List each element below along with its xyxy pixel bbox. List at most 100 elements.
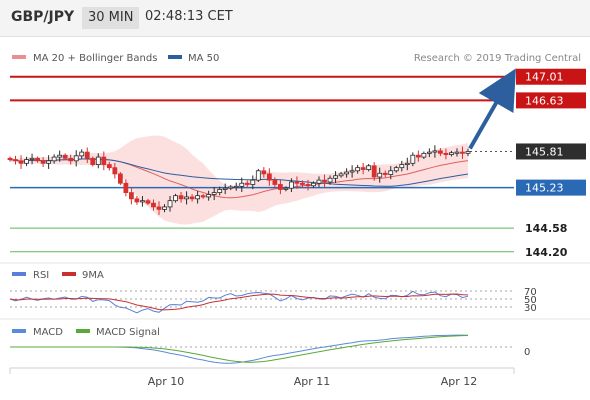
- candle-body: [333, 175, 338, 179]
- symbol-title: GBP/JPY: [11, 9, 75, 25]
- candle-body: [388, 170, 394, 175]
- candle-body: [432, 150, 438, 153]
- candle-body: [29, 157, 35, 160]
- candle-body: [211, 192, 217, 195]
- candle-body: [327, 177, 333, 183]
- candle-body: [410, 154, 416, 164]
- candle-body: [134, 198, 140, 203]
- candle: [255, 168, 261, 182]
- candle-body: [443, 152, 449, 155]
- candle-body: [344, 171, 350, 175]
- candle-body: [84, 151, 90, 159]
- macd-signal-legend-label: MACD Signal: [96, 327, 160, 338]
- candle-body: [366, 165, 372, 170]
- level-label-145.81: 145.81: [525, 145, 564, 158]
- candle-body: [51, 156, 57, 162]
- candle-body: [377, 172, 383, 178]
- candle-body: [206, 194, 212, 198]
- macd-swatch: [12, 329, 26, 333]
- price-chart: MA 20 + Bollinger Bands MA 50 Research ©…: [0, 37, 590, 400]
- candle-body: [24, 159, 29, 164]
- candle-body: [349, 170, 355, 173]
- candle-body: [222, 187, 228, 190]
- legend-ma50-label: MA 50: [188, 53, 219, 64]
- candle-body: [404, 162, 410, 165]
- candle-body: [316, 179, 322, 184]
- candle-body: [140, 200, 145, 203]
- candle-body: [355, 167, 361, 172]
- candle-body: [300, 182, 305, 185]
- price-legend: MA 20 + Bollinger Bands MA 50: [12, 53, 219, 64]
- candle-body: [35, 157, 40, 162]
- candle-body: [195, 195, 201, 200]
- candle-body: [294, 181, 300, 184]
- candle-body: [123, 182, 129, 193]
- candle-body: [117, 173, 123, 184]
- candle-body: [393, 167, 399, 172]
- candle-body: [261, 170, 267, 175]
- level-label-144.20: 144.20: [525, 246, 568, 259]
- candle-body: [112, 167, 118, 175]
- candle-body: [454, 151, 460, 154]
- candle-body: [200, 195, 206, 198]
- macd-tick-0: 0: [524, 347, 530, 358]
- candle-body: [151, 202, 156, 208]
- chart-header: GBP/JPY 30 MIN 02:48:13 CET: [0, 0, 590, 37]
- candle-body: [421, 152, 427, 158]
- level-label-145.23: 145.23: [525, 182, 564, 195]
- candle-body: [371, 165, 377, 178]
- candle-body: [95, 156, 101, 165]
- candle-body: [255, 170, 261, 181]
- candle-body: [7, 157, 13, 160]
- candle-body: [167, 200, 173, 208]
- timestamp: 02:48:13 CET: [145, 9, 233, 24]
- candle-body: [178, 195, 184, 200]
- candle-body: [438, 150, 443, 154]
- candle-body: [162, 206, 167, 210]
- candle-body: [40, 160, 46, 164]
- candle-body: [145, 200, 151, 204]
- candle-body: [305, 184, 311, 187]
- level-label-146.63: 146.63: [525, 94, 564, 107]
- credit-text: Research © 2019 Trading Central: [414, 53, 581, 64]
- candle-body: [46, 160, 52, 164]
- candle-body: [156, 206, 162, 210]
- macd-signal-swatch: [76, 329, 90, 333]
- candle-body: [128, 192, 134, 200]
- x-tick-apr12: Apr 12: [441, 375, 478, 388]
- candle-body: [449, 152, 454, 155]
- macd-legend-label: MACD: [33, 327, 63, 338]
- candle-body: [90, 157, 96, 165]
- legend-ma20-label: MA 20 + Bollinger Bands: [33, 53, 157, 64]
- ma50-swatch: [168, 55, 182, 59]
- candle: [90, 156, 96, 167]
- candle-body: [244, 182, 250, 185]
- candle-body: [189, 196, 195, 200]
- candle-body: [460, 151, 465, 154]
- candle-body: [217, 189, 223, 193]
- candle-body: [184, 196, 189, 200]
- candle-body: [233, 185, 239, 188]
- candle-body: [360, 167, 366, 170]
- candle-body: [465, 151, 471, 154]
- candle-body: [79, 151, 85, 157]
- candle-body: [415, 154, 421, 158]
- rsi-tick-30: 30: [524, 303, 537, 314]
- candle-body: [173, 195, 178, 202]
- level-label-147.01: 147.01: [525, 71, 564, 84]
- candle-body: [399, 164, 405, 169]
- candle-body: [272, 179, 278, 185]
- rsi-ma-swatch: [62, 272, 76, 276]
- candle-body: [62, 154, 68, 159]
- candle-body: [101, 156, 107, 165]
- candle-body: [68, 157, 74, 162]
- candle-body: [106, 164, 112, 169]
- candle-body: [18, 160, 24, 164]
- candle-body: [250, 179, 256, 185]
- x-tick-apr11: Apr 11: [294, 375, 331, 388]
- rsi-legend-label: RSI: [33, 270, 49, 281]
- candle-body: [239, 182, 245, 187]
- x-tick-apr10: Apr 10: [148, 375, 185, 388]
- timeframe-badge[interactable]: 30 MIN: [82, 7, 140, 29]
- candle-body: [277, 184, 283, 190]
